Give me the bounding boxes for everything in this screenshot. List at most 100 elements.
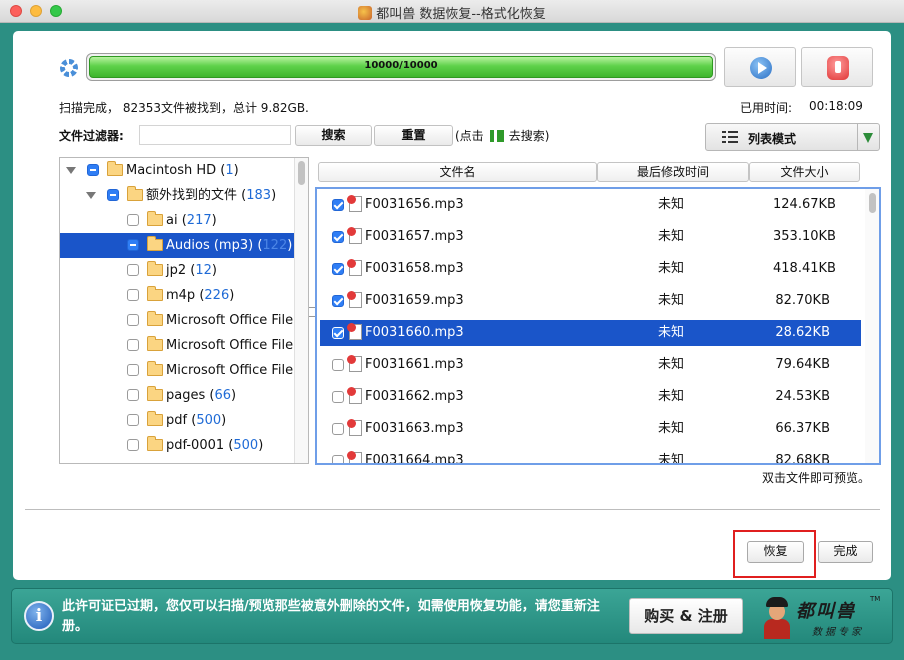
tree-row[interactable]: pages (66)	[60, 383, 294, 408]
tree-item-name: jp2	[166, 263, 187, 278]
mp3-file-icon	[347, 323, 362, 340]
file-checkbox[interactable]	[332, 327, 344, 339]
expand-triangle-icon[interactable]	[66, 167, 76, 174]
mp3-file-icon	[347, 291, 362, 308]
view-mode-select[interactable]: 列表模式	[705, 123, 880, 151]
expand-triangle-icon[interactable]	[86, 192, 96, 199]
file-list-scrollbar[interactable]	[865, 189, 879, 463]
file-row[interactable]: F0031664.mp3 未知 82.68KB	[320, 448, 861, 465]
folder-tree: pdf-0001 (500) pdf (500) pages (66) Microso…	[59, 157, 309, 464]
tree-scrollbar[interactable]	[294, 158, 308, 463]
tree-checkbox[interactable]	[127, 414, 139, 426]
tree-row[interactable]: m4p (226)	[60, 283, 294, 308]
tree-item-label: jp2 (12)	[166, 263, 217, 278]
tree-row[interactable]: Audios (mp3) (122)	[60, 233, 294, 258]
tree-checkbox[interactable]	[127, 264, 139, 276]
file-row[interactable]: F0031661.mp3 未知 79.64KB	[320, 352, 861, 378]
column-header-size[interactable]: 文件大小	[749, 162, 860, 182]
tree-checkbox[interactable]	[87, 164, 99, 176]
folder-icon	[147, 386, 163, 401]
tree-item-label: pdf-0001 (500)	[166, 438, 264, 453]
file-checkbox[interactable]	[332, 231, 344, 243]
file-date: 未知	[658, 229, 685, 244]
file-filter-input[interactable]	[139, 125, 291, 145]
file-checkbox[interactable]	[332, 423, 344, 435]
tree-item-name: pdf	[166, 413, 188, 428]
tree-row[interactable]: 额外找到的文件 (183)	[60, 183, 294, 208]
file-list: F0031664.mp3 未知 82.68KB F0031663.mp3 未知 66.37…	[315, 187, 881, 465]
tree-checkbox[interactable]	[127, 364, 139, 376]
brand-logo: 都叫兽 TM 数据专家	[762, 593, 887, 641]
file-row[interactable]: F0031662.mp3 未知 24.53KB	[320, 384, 861, 410]
tree-item-name: ai	[166, 213, 178, 228]
tree-row[interactable]: ai (217)	[60, 208, 294, 233]
tree-checkbox[interactable]	[127, 289, 139, 301]
reset-button[interactable]: 重置	[374, 125, 453, 146]
tree-checkbox[interactable]	[107, 189, 119, 201]
file-row[interactable]: F0031659.mp3 未知 82.70KB	[320, 288, 861, 314]
resume-scan-button[interactable]	[724, 47, 796, 87]
tree-scroll-thumb[interactable]	[298, 161, 305, 185]
file-date: 未知	[658, 261, 685, 276]
file-date: 未知	[658, 325, 685, 340]
tree-checkbox[interactable]	[127, 339, 139, 351]
file-row[interactable]: F0031663.mp3 未知 66.37KB	[320, 416, 861, 442]
folder-icon	[147, 236, 163, 251]
tree-row[interactable]: Macintosh HD (1)	[60, 158, 294, 183]
logo-subtitle: 数据专家	[812, 627, 864, 638]
folder-icon	[147, 361, 163, 376]
tree-item-label: Microsoft Office File	[166, 308, 293, 333]
file-row[interactable]: F0031658.mp3 未知 418.41KB	[320, 256, 861, 282]
title-bar: 都叫兽 数据恢复--格式化恢复	[0, 0, 904, 23]
mp3-file-icon	[347, 227, 362, 244]
column-header-name[interactable]: 文件名	[318, 162, 597, 182]
file-checkbox[interactable]	[332, 199, 344, 211]
tree-row[interactable]: Microsoft Office File	[60, 308, 294, 333]
file-date: 未知	[658, 453, 685, 465]
buy-register-button[interactable]: 购买 & 注册	[629, 598, 743, 634]
file-checkbox[interactable]	[332, 359, 344, 371]
divider	[25, 509, 880, 510]
tree-item-label: Macintosh HD (1)	[126, 163, 239, 178]
column-header-date[interactable]: 最后修改时间	[597, 162, 749, 182]
dropdown-arrow-icon[interactable]	[857, 124, 879, 150]
tree-item-label: Microsoft Office File	[166, 358, 293, 383]
tree-checkbox[interactable]	[127, 389, 139, 401]
tree-item-name: pdf-0001	[166, 438, 225, 453]
file-list-scroll-thumb[interactable]	[869, 193, 876, 213]
tree-item-name: m4p	[166, 288, 196, 303]
stop-scan-button[interactable]	[801, 47, 873, 87]
tree-row[interactable]: jp2 (12)	[60, 258, 294, 283]
file-row[interactable]: F0031660.mp3 未知 28.62KB	[320, 320, 861, 346]
file-checkbox[interactable]	[332, 295, 344, 307]
tree-checkbox[interactable]	[127, 239, 139, 251]
file-name: F0031664.mp3	[365, 453, 464, 465]
search-button[interactable]: 搜索	[295, 125, 372, 146]
tree-item-label: Microsoft Office File	[166, 333, 293, 358]
tree-item-count: 122	[262, 238, 288, 253]
list-view-icon	[722, 131, 738, 144]
mp3-file-icon	[347, 451, 362, 463]
file-size: 82.70KB	[775, 293, 830, 308]
mp3-file-icon	[347, 419, 362, 436]
file-checkbox[interactable]	[332, 391, 344, 403]
file-row[interactable]: F0031657.mp3 未知 353.10KB	[320, 224, 861, 250]
tree-row[interactable]: pdf (500)	[60, 408, 294, 433]
tree-checkbox[interactable]	[127, 214, 139, 226]
file-size: 24.53KB	[775, 389, 830, 404]
tree-item-name: 额外找到的文件	[146, 188, 238, 203]
tree-row[interactable]: Microsoft Office File	[60, 358, 294, 383]
file-checkbox[interactable]	[332, 263, 344, 275]
file-size: 82.68KB	[775, 453, 830, 465]
tree-checkbox[interactable]	[127, 439, 139, 451]
finish-button[interactable]: 完成	[818, 541, 873, 563]
file-row[interactable]: F0031656.mp3 未知 124.67KB	[320, 192, 861, 218]
file-name: F0031657.mp3	[365, 229, 464, 244]
tree-checkbox[interactable]	[127, 314, 139, 326]
tree-row[interactable]: Microsoft Office File	[60, 333, 294, 358]
folder-icon	[147, 336, 163, 351]
recover-button[interactable]: 恢复	[747, 541, 804, 563]
file-checkbox[interactable]	[332, 455, 344, 463]
elapsed-time-value: 00:18:09	[809, 99, 863, 113]
tree-row[interactable]: pdf-0001 (500)	[60, 433, 294, 458]
